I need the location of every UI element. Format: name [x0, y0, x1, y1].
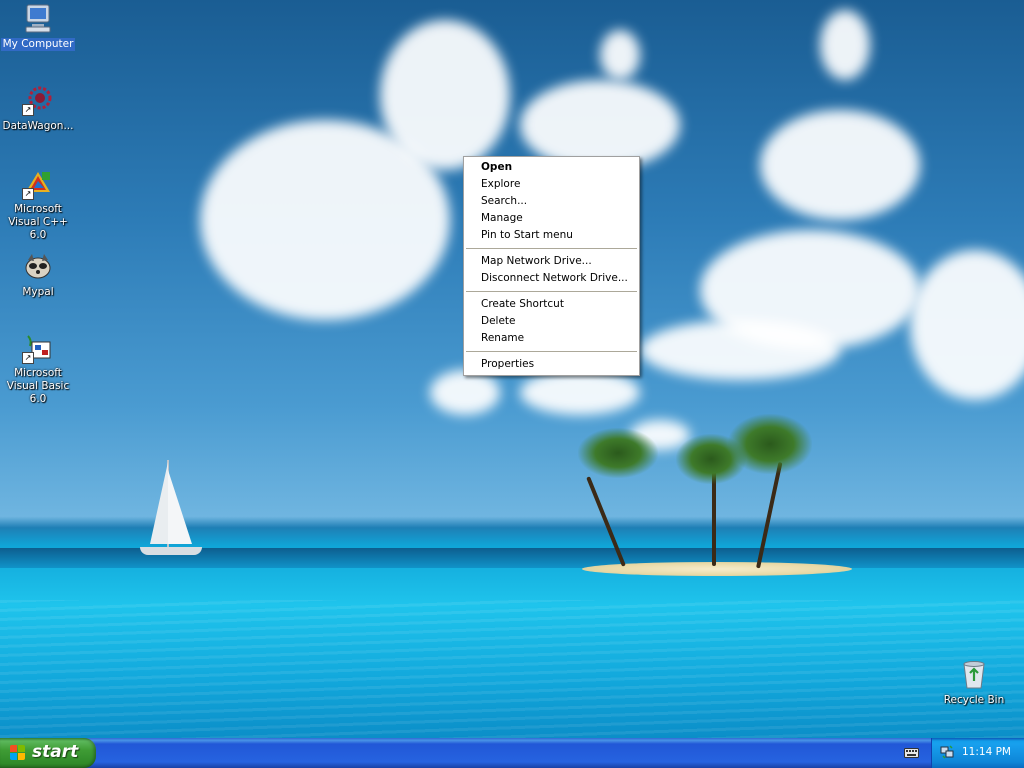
menu-item-pin-to-start[interactable]: Pin to Start menu: [464, 227, 639, 244]
wallpaper-cloud: [820, 10, 870, 80]
visual-basic-icon: ↗: [22, 332, 54, 364]
desktop-icon-label: My Computer: [0, 38, 76, 51]
wallpaper-cloud: [380, 20, 510, 170]
menu-item-manage[interactable]: Manage: [464, 210, 639, 227]
shortcut-arrow-icon: ↗: [22, 188, 34, 200]
system-tray: 11:14 PM: [931, 738, 1024, 768]
menu-item-open[interactable]: Open: [464, 159, 639, 176]
menu-item-create-shortcut[interactable]: Create Shortcut: [464, 296, 639, 313]
start-label: start: [32, 742, 79, 762]
shortcut-arrow-icon: ↗: [22, 104, 34, 116]
palm-crown: [578, 428, 658, 478]
desktop-icon-label: Recycle Bin: [943, 694, 1005, 706]
menu-item-map-network-drive[interactable]: Map Network Drive...: [464, 253, 639, 270]
desktop-icon-label: Mypal: [22, 286, 54, 298]
menu-item-search[interactable]: Search...: [464, 193, 639, 210]
menu-item-delete[interactable]: Delete: [464, 313, 639, 330]
menu-separator: [466, 291, 637, 292]
palm-trunk: [712, 470, 716, 566]
wallpaper-cloud: [600, 30, 640, 80]
desktop-icon-mypal[interactable]: Mypal: [0, 250, 76, 299]
menu-separator: [466, 248, 637, 249]
network-tray-icon[interactable]: [940, 745, 954, 759]
visual-cpp-icon: ↗: [22, 168, 54, 200]
windows-flag-icon: [10, 745, 26, 761]
shortcut-arrow-icon: ↗: [22, 352, 34, 364]
desktop-icon-label: Microsoft Visual Basic 6.0: [6, 367, 70, 405]
menu-item-rename[interactable]: Rename: [464, 330, 639, 347]
my-computer-icon: [22, 2, 54, 34]
wallpaper-cloud: [910, 250, 1024, 400]
desktop-icon-datawagon[interactable]: ↗ DataWagon...: [0, 84, 76, 133]
taskbar: start 11:14 PM: [0, 738, 1024, 768]
palm-crown: [728, 414, 812, 474]
desktop-icon-label: DataWagon...: [2, 120, 74, 132]
keyboard-icon[interactable]: [904, 747, 919, 759]
menu-separator: [466, 351, 637, 352]
mypal-icon: [22, 250, 54, 282]
datawagon-icon: ↗: [22, 84, 54, 116]
recycle-bin-icon: [958, 658, 990, 690]
menu-item-explore[interactable]: Explore: [464, 176, 639, 193]
clock[interactable]: 11:14 PM: [962, 746, 1011, 758]
sea-waves: [0, 600, 1024, 738]
desktop-icon-recycle-bin[interactable]: Recycle Bin: [936, 658, 1012, 707]
sailboat-sail: [168, 470, 192, 544]
desktop-icon-visual-cpp[interactable]: ↗ Microsoft Visual C++ 6.0: [0, 168, 76, 242]
menu-item-properties[interactable]: Properties: [464, 356, 639, 373]
sailboat-hull: [140, 547, 202, 555]
start-button[interactable]: start: [0, 738, 96, 768]
desktop-icon-label: Microsoft Visual C++ 6.0: [8, 203, 68, 241]
menu-item-disconnect-network-drive[interactable]: Disconnect Network Drive...: [464, 270, 639, 287]
wallpaper-cloud: [640, 320, 840, 380]
desktop-icon-my-computer[interactable]: My Computer: [0, 2, 76, 51]
wallpaper-cloud: [430, 370, 500, 415]
wallpaper-cloud: [520, 370, 640, 415]
wallpaper-cloud: [760, 110, 920, 220]
desktop-icon-visual-basic[interactable]: ↗ Microsoft Visual Basic 6.0: [0, 332, 76, 406]
context-menu: Open Explore Search... Manage Pin to Sta…: [463, 156, 640, 376]
sailboat-sail: [150, 462, 168, 544]
